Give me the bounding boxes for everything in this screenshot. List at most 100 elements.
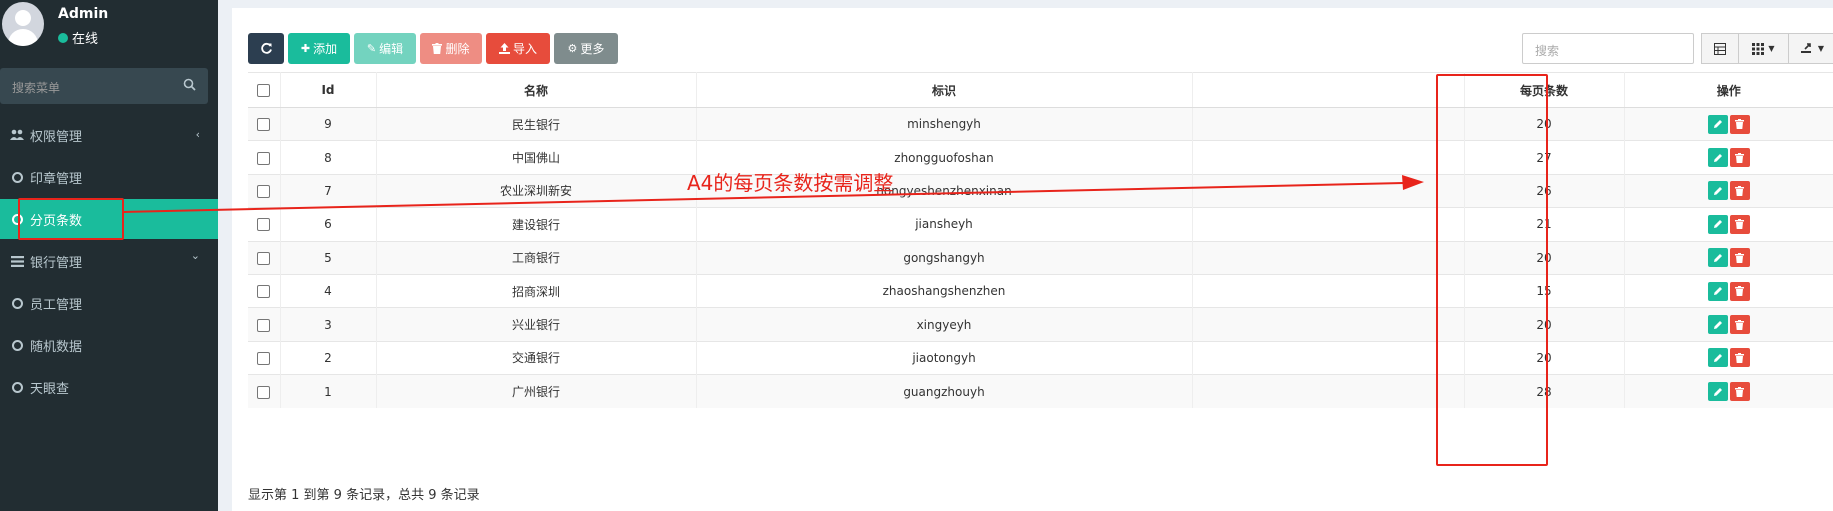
table-header-row: Id 名称 标识 每页条数 操作 (248, 72, 1833, 108)
row-checkbox[interactable] (257, 151, 271, 165)
table-row[interactable]: 6 建设银行 jiansheyh 21 (248, 207, 1833, 242)
pencil-icon (1713, 153, 1722, 162)
columns-button[interactable]: ▼ (1739, 33, 1789, 64)
pencil-icon (1713, 120, 1722, 129)
pencil-icon (1713, 320, 1722, 329)
row-edit-button[interactable] (1707, 248, 1728, 268)
import-button-label: 导入 (512, 42, 537, 56)
row-edit-button[interactable] (1707, 148, 1728, 168)
caret-down-icon: ▼ (1817, 44, 1825, 53)
select-all-cell (248, 72, 281, 108)
sidebar-item-label: 员工管理 (30, 297, 83, 313)
cell-code: minshengyh (696, 106, 1193, 141)
main-panel: ✚ 添加 ✎ 编辑 删除 导入 ⚙ 更多 搜索 ▼ ▼ Id 名称 标识 每页条… (232, 8, 1833, 511)
row-edit-button[interactable] (1707, 114, 1728, 134)
sidebar-search-input[interactable]: 搜索菜单 (0, 68, 208, 104)
select-all-checkbox[interactable] (257, 84, 271, 97)
pencil-icon (1713, 186, 1722, 195)
cell-ops (1624, 207, 1833, 242)
row-delete-button[interactable] (1729, 214, 1750, 234)
row-delete-button[interactable] (1729, 382, 1750, 402)
table-search-placeholder: 搜索 (1535, 44, 1560, 58)
export-button[interactable]: ▼ (1789, 33, 1833, 64)
user-panel: Admin 在线 (0, 0, 218, 62)
row-delete-button[interactable] (1729, 348, 1750, 368)
row-delete-button[interactable] (1729, 315, 1750, 335)
table-row[interactable]: 5 工商银行 gongshangyh 20 (248, 240, 1833, 275)
row-select-cell (248, 173, 281, 208)
row-edit-button[interactable] (1707, 348, 1728, 368)
trash-icon (1735, 386, 1745, 397)
cell-spacer (1192, 273, 1465, 308)
cell-spacer (1192, 173, 1465, 208)
delete-button-label: 删除 (445, 42, 470, 56)
cell-ops (1624, 240, 1833, 275)
cell-id: 6 (280, 207, 377, 242)
table-row[interactable]: 8 中国佛山 zhongguofoshan 27 (248, 140, 1833, 175)
row-edit-button[interactable] (1707, 281, 1728, 301)
row-delete-button[interactable] (1729, 114, 1750, 134)
table-row[interactable]: 2 交通银行 jiaotongyh 20 (248, 340, 1833, 375)
col-header-code[interactable]: 标识 (696, 72, 1193, 108)
row-select-cell (248, 106, 281, 141)
cell-spacer (1192, 106, 1465, 141)
cell-name: 中国佛山 (376, 140, 697, 175)
row-checkbox[interactable] (257, 385, 271, 399)
sidebar-item-random-data[interactable]: 随机数据 (0, 325, 218, 365)
delete-button[interactable]: 删除 (420, 33, 482, 64)
user-name: Admin (58, 6, 109, 22)
table-row[interactable]: 9 民生银行 minshengyh 20 (248, 106, 1833, 141)
row-delete-button[interactable] (1729, 281, 1750, 301)
table-row[interactable]: 3 兴业银行 xingyeyh 20 (248, 307, 1833, 342)
cell-ops (1624, 140, 1833, 175)
table-row[interactable]: 4 招商深圳 zhaoshangshenzhen 15 (248, 273, 1833, 308)
row-select-cell (248, 140, 281, 175)
user-status: 在线 (58, 28, 98, 47)
row-edit-button[interactable] (1707, 214, 1728, 234)
trash-icon (1735, 319, 1745, 330)
row-edit-button[interactable] (1707, 315, 1728, 335)
more-button[interactable]: ⚙ 更多 (554, 33, 618, 64)
cell-id: 7 (280, 173, 377, 208)
sidebar-item-employees[interactable]: 员工管理 (0, 283, 218, 323)
table-row[interactable]: 1 广州银行 guangzhouyh 28 (248, 374, 1833, 409)
cell-ops (1624, 106, 1833, 141)
sidebar-item-banks[interactable]: 银行管理 ⌄ (0, 241, 218, 281)
search-icon[interactable] (183, 78, 196, 95)
cell-name: 农业深圳新安 (376, 173, 697, 208)
table-row[interactable]: 7 农业深圳新安 nongyeshenzhenxinan 26 (248, 173, 1833, 208)
row-delete-button[interactable] (1729, 148, 1750, 168)
refresh-button[interactable] (248, 33, 284, 64)
import-button[interactable]: 导入 (486, 33, 550, 64)
edit-button[interactable]: ✎ 编辑 (354, 33, 416, 64)
sidebar-item-label: 印章管理 (30, 171, 83, 187)
cell-id: 2 (280, 340, 377, 375)
row-checkbox[interactable] (257, 118, 271, 132)
sidebar-item-permissions[interactable]: 权限管理 ‹ (0, 115, 218, 155)
row-edit-button[interactable] (1707, 181, 1728, 201)
row-checkbox[interactable] (257, 351, 271, 365)
row-checkbox[interactable] (257, 251, 271, 265)
pagination-info: 显示第 1 到第 9 条记录，总共 9 条记录 (248, 488, 480, 503)
cell-id: 4 (280, 273, 377, 308)
row-edit-button[interactable] (1707, 382, 1728, 402)
grid-icon (1752, 42, 1765, 55)
add-button[interactable]: ✚ 添加 (288, 33, 350, 64)
col-header-id[interactable]: Id (280, 72, 377, 108)
col-header-spacer (1192, 72, 1465, 108)
row-checkbox[interactable] (257, 218, 271, 232)
row-select-cell (248, 307, 281, 342)
col-header-name[interactable]: 名称 (376, 72, 697, 108)
row-delete-button[interactable] (1729, 181, 1750, 201)
table-search-input[interactable]: 搜索 (1522, 33, 1694, 64)
sidebar-item-tianyancha[interactable]: 天眼查 (0, 367, 218, 407)
row-select-cell (248, 240, 281, 275)
row-checkbox[interactable] (257, 184, 271, 198)
row-checkbox[interactable] (257, 285, 271, 299)
trash-icon (1735, 152, 1745, 163)
annotation-box-column (1436, 74, 1548, 466)
sidebar-item-seals[interactable]: 印章管理 (0, 157, 218, 197)
row-delete-button[interactable] (1729, 248, 1750, 268)
row-checkbox[interactable] (257, 318, 271, 332)
toggle-view-button[interactable] (1701, 33, 1739, 64)
